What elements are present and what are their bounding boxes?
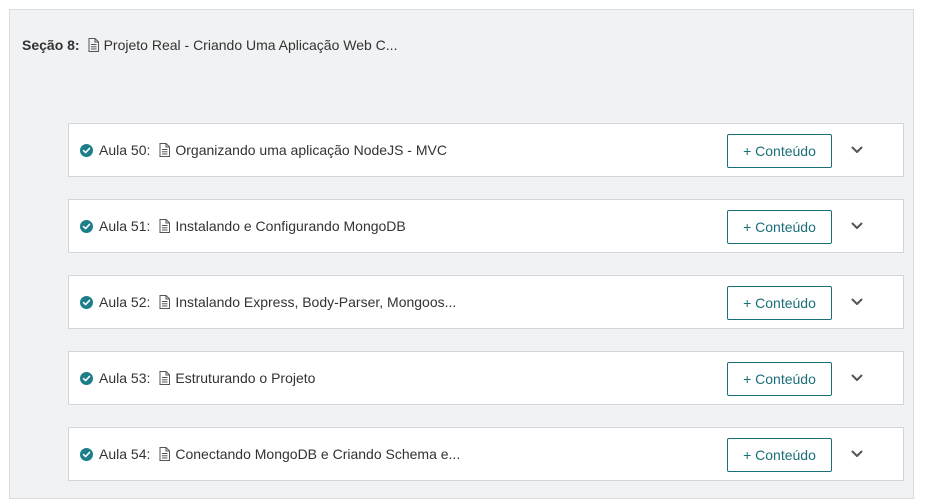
chevron-down-icon[interactable]	[851, 144, 863, 156]
chevron-down-icon[interactable]	[851, 372, 863, 384]
document-icon	[159, 447, 171, 461]
lesson-title[interactable]: Instalando e Configurando MongoDB	[175, 218, 405, 234]
lesson-title[interactable]: Estruturando o Projeto	[175, 370, 315, 386]
check-circle-icon	[80, 447, 93, 461]
lesson-list: Aula 50: Organizando uma aplicação NodeJ…	[68, 123, 904, 503]
check-circle-icon	[80, 219, 93, 233]
lesson-title[interactable]: Conectando MongoDB e Criando Schema e...	[175, 446, 460, 462]
lesson-number: Aula 52:	[99, 294, 151, 310]
check-circle-icon	[80, 371, 93, 385]
lesson-title[interactable]: Instalando Express, Body-Parser, Mongoos…	[175, 294, 456, 310]
document-icon	[159, 143, 171, 157]
document-icon	[88, 38, 99, 52]
document-icon	[159, 295, 171, 309]
check-circle-icon	[80, 143, 93, 157]
section-title: Projeto Real - Criando Uma Aplicação Web…	[103, 37, 398, 53]
section-header: Seção 8: Projeto Real - Criando Uma Apli…	[22, 37, 397, 53]
add-content-button[interactable]: + Conteúdo	[727, 438, 832, 472]
document-icon	[159, 219, 171, 233]
check-circle-icon	[80, 295, 93, 309]
lesson-title[interactable]: Organizando uma aplicação NodeJS - MVC	[175, 142, 447, 158]
lesson-number: Aula 50:	[99, 142, 151, 158]
lesson-row: Aula 53: Estruturando o Projeto + Conteú…	[68, 351, 904, 405]
add-content-button[interactable]: + Conteúdo	[727, 286, 832, 320]
chevron-down-icon[interactable]	[851, 220, 863, 232]
lesson-row: Aula 54: Conectando MongoDB e Criando Sc…	[68, 427, 904, 481]
lesson-row: Aula 52: Instalando Express, Body-Parser…	[68, 275, 904, 329]
lesson-number: Aula 54:	[99, 446, 151, 462]
add-content-button[interactable]: + Conteúdo	[727, 362, 832, 396]
chevron-down-icon[interactable]	[851, 296, 863, 308]
lesson-row: Aula 51: Instalando e Configurando Mongo…	[68, 199, 904, 253]
section-panel: Seção 8: Projeto Real - Criando Uma Apli…	[9, 9, 914, 499]
lesson-number: Aula 51:	[99, 218, 151, 234]
lesson-number: Aula 53:	[99, 370, 151, 386]
section-label: Seção 8:	[22, 37, 80, 53]
add-content-button[interactable]: + Conteúdo	[727, 210, 832, 244]
add-content-button[interactable]: + Conteúdo	[727, 134, 832, 168]
lesson-row: Aula 50: Organizando uma aplicação NodeJ…	[68, 123, 904, 177]
chevron-down-icon[interactable]	[851, 448, 863, 460]
document-icon	[159, 371, 171, 385]
